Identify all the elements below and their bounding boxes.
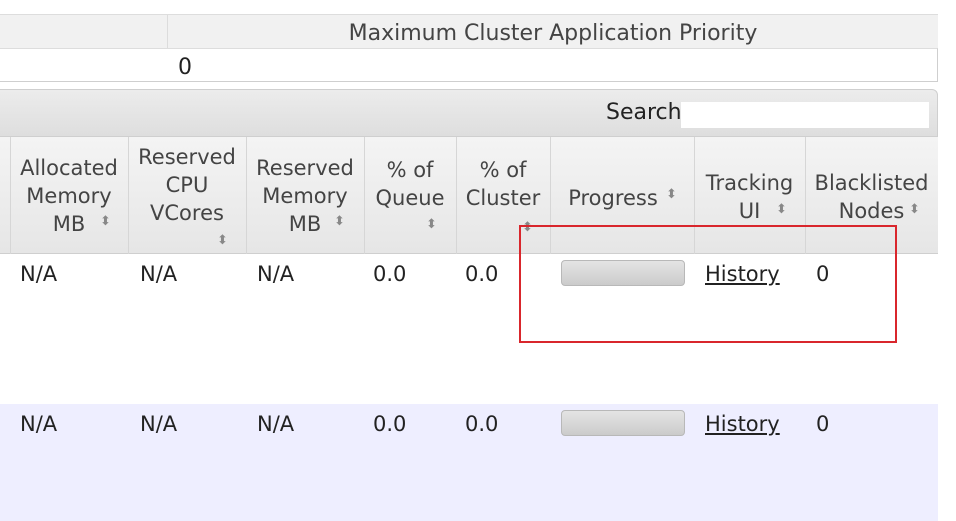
column-header-pct-queue[interactable]: % of Queue ⬍ — [364, 137, 457, 254]
progress-bar — [561, 410, 685, 436]
column-header-reserved-memory[interactable]: Reserved Memory MB ⬍ — [246, 137, 365, 254]
column-header-allocated-memory[interactable]: Allocated Memory MB ⬍ — [10, 137, 129, 254]
column-header-label: Reserved CPU VCores — [138, 145, 236, 225]
allocated-memory-cell: N/A — [20, 262, 58, 286]
blacklisted-nodes-cell: 0 — [816, 412, 830, 436]
reserved-memory-cell: N/A — [257, 412, 295, 436]
reserved-vcores-cell: N/A — [140, 412, 178, 436]
summary-header-row: Maximum Cluster Application Priority — [0, 14, 938, 49]
column-header-label: % of Queue — [375, 158, 445, 210]
sort-both-icon: ⬍ — [909, 202, 920, 217]
pct-cluster-cell: 0.0 — [465, 262, 499, 286]
reserved-memory-cell: N/A — [257, 262, 295, 286]
sort-both-icon: ⬍ — [100, 214, 111, 229]
allocated-memory-cell: N/A — [20, 412, 58, 436]
sort-both-icon: ⬍ — [334, 214, 345, 229]
pct-cluster-cell: 0.0 — [465, 412, 499, 436]
reserved-vcores-cell: N/A — [140, 262, 178, 286]
max-cluster-priority-header[interactable]: Maximum Cluster Application Priority — [168, 21, 938, 46]
sort-both-icon: ⬍ — [666, 187, 677, 202]
sort-both-icon: ⬍ — [217, 233, 228, 248]
table-row: N/A N/A N/A 0.0 0.0 History 0 — [0, 404, 938, 521]
pct-queue-cell: 0.0 — [373, 412, 407, 436]
column-header-label: Tracking UI — [705, 171, 794, 223]
annotation-highlight-box — [519, 225, 897, 343]
sort-both-icon: ⬍ — [426, 217, 437, 232]
sort-both-icon: ⬍ — [776, 202, 787, 217]
summary-data-row: 0 — [0, 48, 938, 82]
column-header-reserved-cpu-vcores[interactable]: Reserved CPU VCores ⬍ — [128, 137, 247, 254]
column-header-label: Reserved Memory MB — [256, 156, 354, 236]
history-link[interactable]: History — [705, 412, 780, 436]
max-cluster-priority-value: 0 — [178, 55, 192, 80]
pct-queue-cell: 0.0 — [373, 262, 407, 286]
search-label: Search: — [606, 100, 689, 125]
search-input[interactable] — [681, 102, 929, 128]
table-toolbar: Search: — [0, 89, 938, 137]
